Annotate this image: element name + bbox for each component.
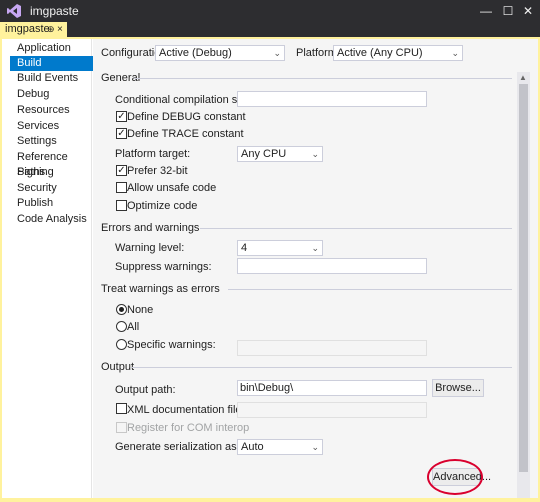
scrollbar-thumb[interactable] bbox=[519, 84, 528, 472]
chevron-down-icon: ⌄ bbox=[311, 149, 319, 159]
nav-item-application[interactable]: Application bbox=[10, 41, 94, 56]
com-interop-label: Register for COM interop bbox=[127, 422, 250, 434]
define-debug-checkbox[interactable]: ✓ bbox=[116, 111, 127, 122]
output-path-label: Output path: bbox=[115, 384, 176, 396]
allow-unsafe-checkbox[interactable] bbox=[116, 182, 127, 193]
document-tab-imgpaste[interactable]: imgpaste ⊕ × bbox=[0, 22, 67, 37]
chevron-down-icon: ⌄ bbox=[273, 48, 281, 58]
close-tab-icon[interactable]: × bbox=[57, 22, 63, 37]
define-trace-checkbox[interactable]: ✓ bbox=[116, 128, 127, 139]
browse-button[interactable]: Browse... bbox=[432, 379, 484, 397]
nav-item-reference-paths[interactable]: Reference Paths bbox=[10, 150, 94, 178]
allow-unsafe-label: Allow unsafe code bbox=[127, 182, 217, 194]
nav-item-security[interactable]: Security bbox=[10, 181, 94, 196]
configuration-select[interactable]: Active (Debug) ⌄ bbox=[155, 45, 285, 61]
treat-none-radio[interactable] bbox=[116, 304, 127, 315]
section-divider bbox=[134, 78, 512, 79]
section-divider bbox=[200, 228, 512, 229]
window-title: imgpaste bbox=[30, 4, 79, 18]
xml-doc-checkbox[interactable] bbox=[116, 403, 127, 414]
nav-item-signing[interactable]: Signing bbox=[10, 165, 94, 180]
suppress-warnings-input[interactable] bbox=[237, 258, 427, 274]
treat-warnings-section-header: Treat warnings as errors bbox=[101, 283, 220, 295]
platform-value: Active (Any CPU) bbox=[337, 47, 423, 59]
maximize-icon[interactable]: ☐ bbox=[500, 3, 516, 19]
annotation-circle bbox=[427, 459, 483, 495]
define-debug-label: Define DEBUG constant bbox=[127, 111, 246, 123]
minimize-icon[interactable]: — bbox=[478, 3, 494, 19]
platform-target-select[interactable]: Any CPU ⌄ bbox=[237, 146, 323, 162]
platform-select[interactable]: Active (Any CPU) ⌄ bbox=[333, 45, 463, 61]
platform-target-value: Any CPU bbox=[241, 148, 287, 160]
nav-item-services[interactable]: Services bbox=[10, 119, 94, 134]
warning-level-value: 4 bbox=[241, 242, 248, 254]
optimize-code-label: Optimize code bbox=[127, 200, 198, 212]
warning-level-select[interactable]: 4 ⌄ bbox=[237, 240, 323, 256]
close-window-icon[interactable]: ✕ bbox=[520, 3, 536, 19]
nav-item-build[interactable]: Build bbox=[10, 56, 94, 71]
nav-item-build-events[interactable]: Build Events bbox=[10, 71, 94, 86]
treat-specific-label: Specific warnings: bbox=[127, 339, 216, 351]
output-path-input[interactable]: bin\Debug\ bbox=[237, 380, 427, 396]
conditional-symbols-input[interactable] bbox=[237, 91, 427, 107]
visual-studio-logo-icon bbox=[7, 4, 21, 18]
section-divider bbox=[132, 367, 512, 368]
chevron-down-icon: ⌄ bbox=[451, 48, 459, 58]
warning-level-label: Warning level: bbox=[115, 242, 185, 254]
treat-all-label: All bbox=[127, 321, 140, 333]
nav-item-settings[interactable]: Settings bbox=[10, 134, 94, 149]
active-item-arrow-icon bbox=[84, 57, 92, 71]
document-tab-label: imgpaste bbox=[5, 23, 50, 35]
serialization-value: Auto bbox=[241, 441, 264, 453]
scroll-up-icon[interactable]: ▲ bbox=[519, 73, 527, 82]
treat-all-radio[interactable] bbox=[116, 321, 127, 332]
chevron-down-icon: ⌄ bbox=[311, 442, 319, 452]
xml-doc-label: XML documentation file: bbox=[127, 404, 245, 416]
nav-item-debug[interactable]: Debug bbox=[10, 87, 94, 102]
pin-icon[interactable]: ⊕ bbox=[47, 22, 55, 37]
document-tab-strip bbox=[0, 22, 540, 37]
nav-item-publish[interactable]: Publish bbox=[10, 196, 94, 211]
define-trace-label: Define TRACE constant bbox=[127, 128, 244, 140]
radio-selected-dot bbox=[119, 307, 124, 312]
com-interop-checkbox bbox=[116, 422, 127, 433]
nav-item-code-analysis[interactable]: Code Analysis bbox=[10, 212, 94, 227]
suppress-warnings-label: Suppress warnings: bbox=[115, 261, 212, 273]
treat-specific-radio[interactable] bbox=[116, 339, 127, 350]
section-divider bbox=[228, 289, 512, 290]
chevron-down-icon: ⌄ bbox=[311, 243, 319, 253]
platform-target-label: Platform target: bbox=[115, 148, 191, 160]
prefer-32bit-checkbox[interactable]: ✓ bbox=[116, 165, 127, 176]
configuration-value: Active (Debug) bbox=[159, 47, 232, 59]
output-section-header: Output bbox=[101, 361, 135, 373]
treat-none-label: None bbox=[127, 304, 154, 316]
errors-section-header: Errors and warnings bbox=[101, 222, 200, 234]
nav-item-resources[interactable]: Resources bbox=[10, 103, 94, 118]
serialization-select[interactable]: Auto ⌄ bbox=[237, 439, 323, 455]
xml-doc-input bbox=[237, 402, 427, 418]
prefer-32bit-label: Prefer 32-bit bbox=[127, 165, 188, 177]
optimize-code-checkbox[interactable] bbox=[116, 200, 127, 211]
title-bar: imgpaste — ☐ ✕ bbox=[0, 0, 540, 22]
specific-warnings-input bbox=[237, 340, 427, 356]
project-properties-nav: Application Build Build Events Debug Res… bbox=[2, 39, 94, 498]
